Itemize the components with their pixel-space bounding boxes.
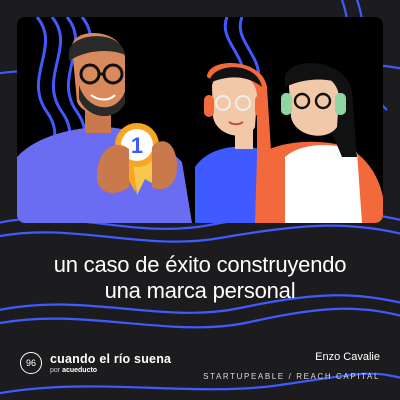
episode-title-line-1: un caso de éxito construyendo [53,252,347,277]
show-producer: por acueducto [50,366,171,375]
medal-label: 1 [131,133,143,158]
show-branding: 96 cuando el río suena por acueducto [20,350,171,376]
show-producer-prefix: por [50,366,61,374]
guest-info: Enzo Cavalie STARTUPEABLE / REACH CAPITA… [203,350,380,383]
show-name: cuando el río suena [50,351,172,366]
show-info: cuando el río suena por acueducto [50,352,171,375]
episode-title-line-2: una marca personal [104,278,296,303]
episode-title: un caso de éxito construyendo una marca … [0,252,400,304]
show-producer-brand: acueducto [62,366,98,374]
guest-name: Enzo Cavalie [315,351,380,363]
guest-company: STARTUPEABLE / REACH CAPITAL [203,372,380,381]
episode-illustration: 1 [17,17,383,223]
episode-number-badge: 96 [20,352,42,374]
